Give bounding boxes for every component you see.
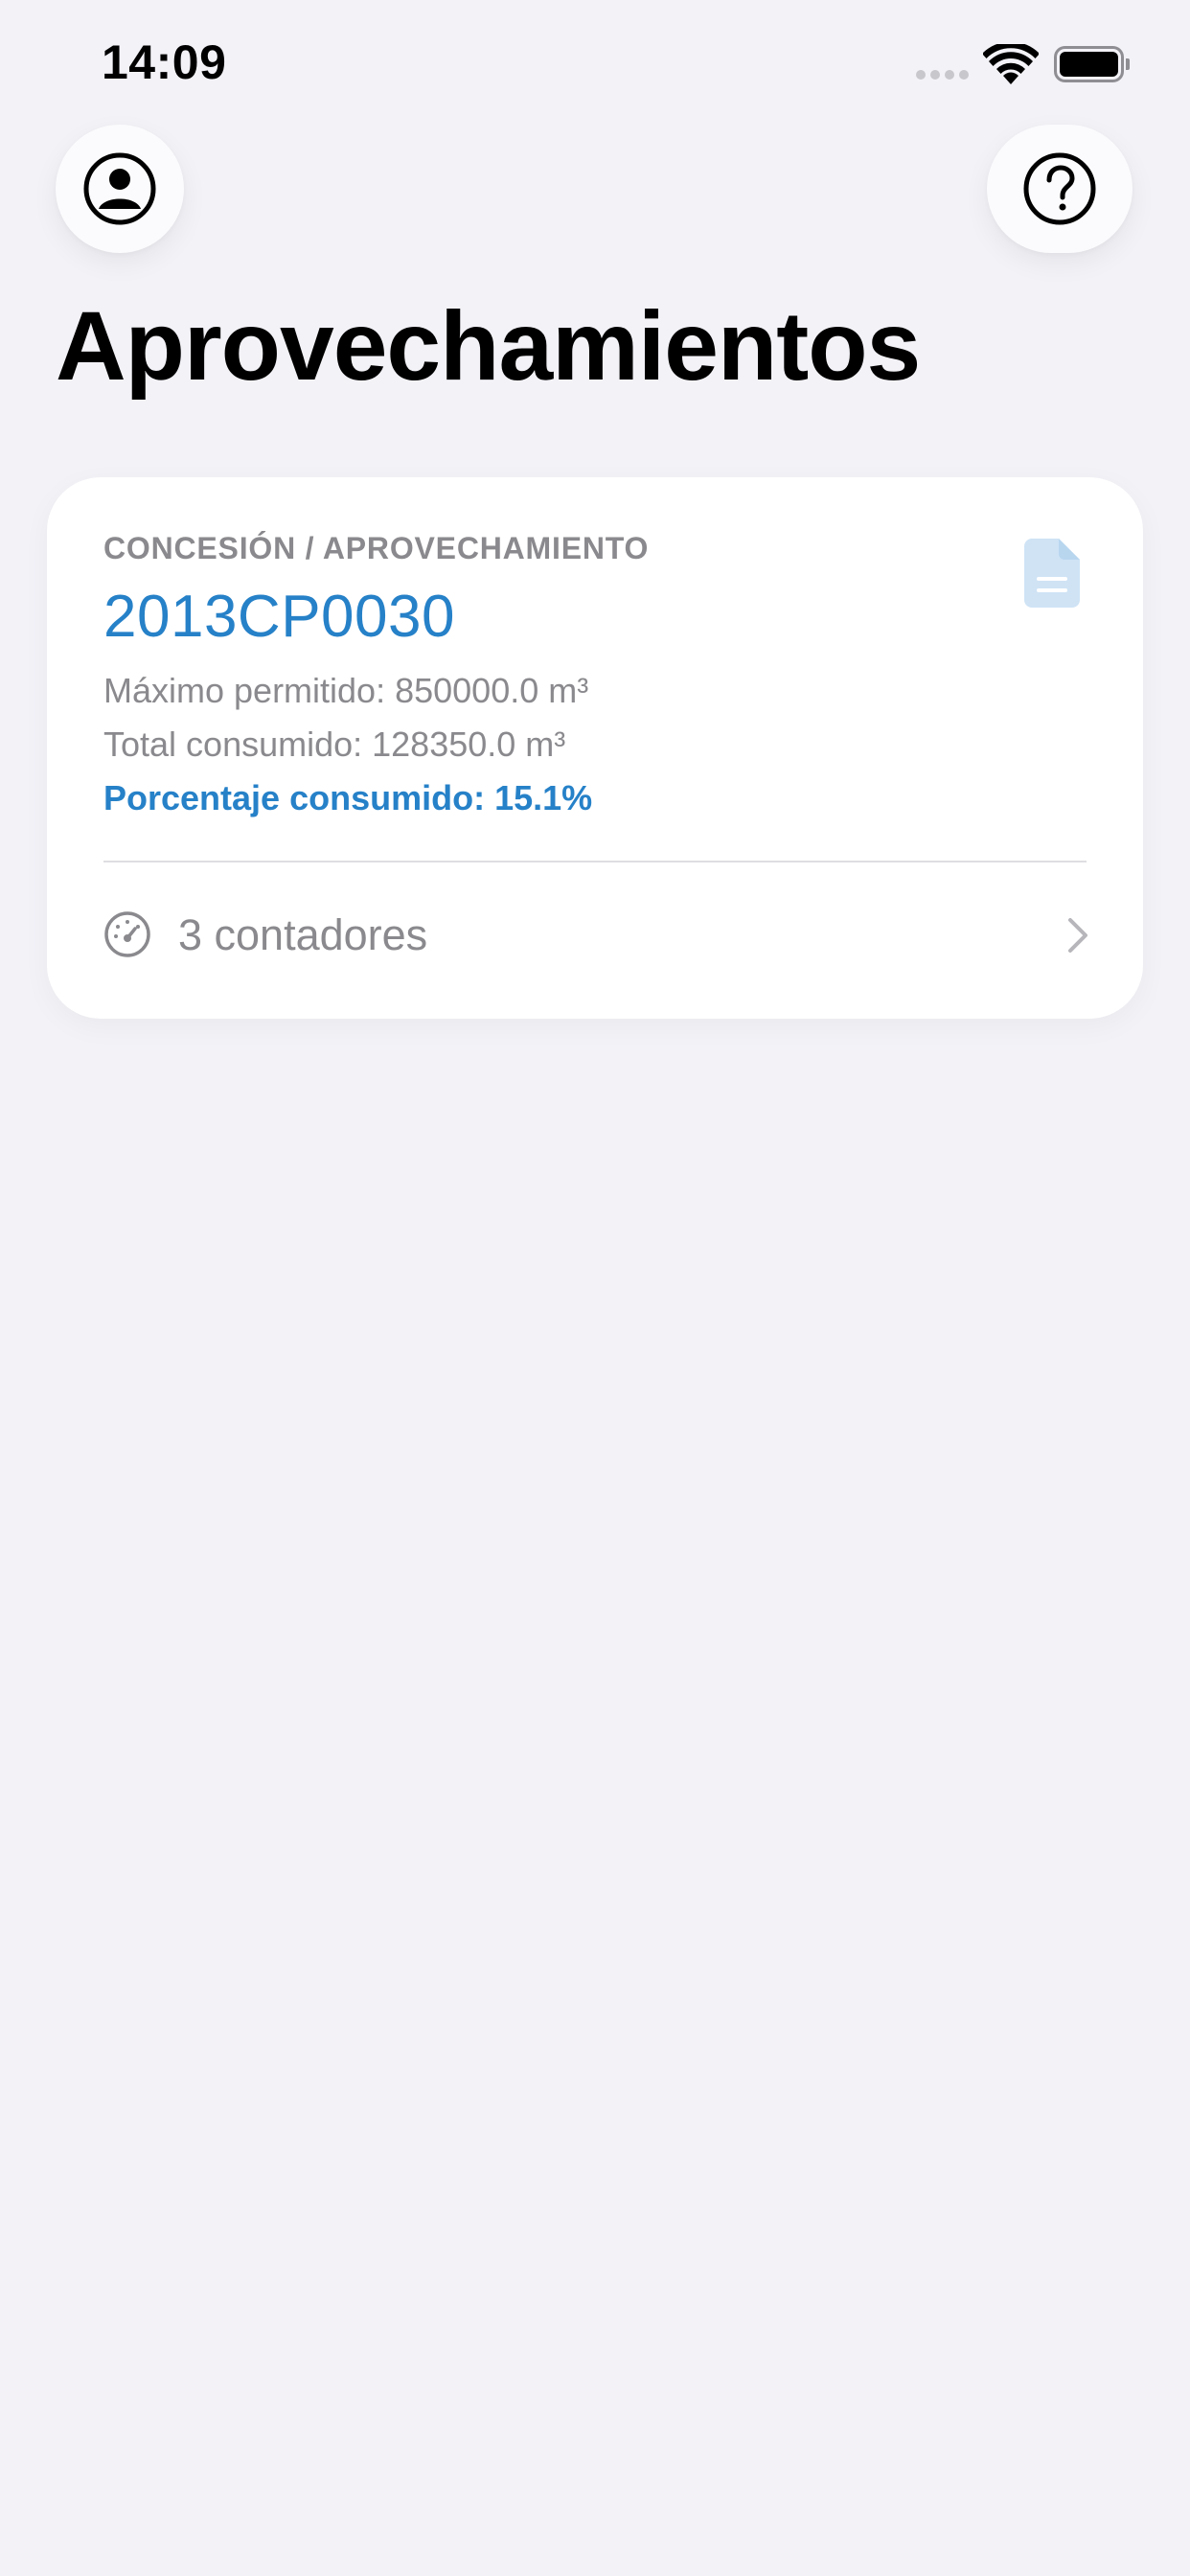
counters-label: 3 contadores — [178, 910, 428, 959]
battery-icon — [1054, 46, 1130, 82]
page-title: Aprovechamientos — [56, 291, 921, 401]
status-bar: 14:09 — [0, 0, 1190, 134]
aprovechamiento-card[interactable]: CONCESIÓN / APROVECHAMIENTO 2013CP0030 M… — [47, 477, 1143, 1019]
gauge-icon — [104, 911, 150, 957]
wifi-icon — [983, 44, 1039, 84]
max-allowed-text: Máximo permitido: 850000.0 m³ — [103, 671, 589, 710]
document-icon — [1024, 539, 1080, 608]
concession-code: 2013CP0030 — [103, 584, 455, 650]
card-eyebrow: CONCESIÓN / APROVECHAMIENTO — [103, 531, 650, 565]
help-button[interactable] — [987, 125, 1133, 253]
cellular-signal-icon — [916, 70, 969, 80]
person-circle-icon — [83, 152, 156, 225]
percent-consumed-text: Porcentaje consumido: 15.1% — [103, 778, 593, 817]
status-time: 14:09 — [102, 35, 227, 89]
counters-row[interactable]: 3 contadores — [47, 862, 1143, 1019]
question-circle-icon — [1023, 152, 1096, 225]
total-consumed-text: Total consumido: 128350.0 m³ — [103, 724, 566, 764]
chevron-right-icon — [1068, 918, 1087, 953]
profile-button[interactable] — [56, 125, 184, 253]
